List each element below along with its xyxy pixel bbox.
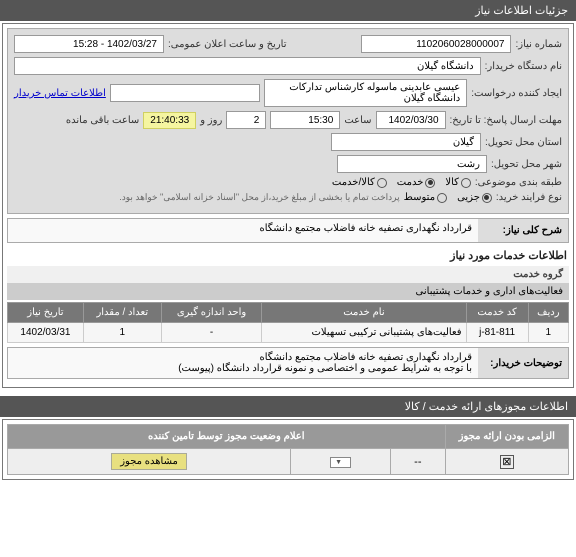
required-checkbox[interactable]: ⊠ [500,455,514,469]
radio-medium[interactable]: متوسط [404,192,447,203]
cell-name: فعالیت‌های پشتیبانی ترکیبی تسهیلات [262,323,466,343]
deadline-time-field: 15:30 [270,111,340,129]
col-row: ردیف [528,303,568,323]
row-city: شهر محل تحویل: رشت [14,155,562,173]
main-desc-text: قرارداد نگهداری تصفیه خانه فاضلاب مجتمع … [8,219,478,242]
buyer-explain-row: توضیحات خریدار: قرارداد نگهداری تصفیه خا… [7,347,569,379]
days-field: 2 [226,111,266,129]
buyer-explain-label: توضیحات خریدار: [478,348,568,378]
row-buyer: نام دستگاه خریدار: دانشگاه گیلان [14,57,562,75]
deadline-date-field: 1402/03/30 [376,111,446,129]
perm-dropdown-cell: ▼ [291,449,391,475]
services-table: ردیف کد خدمت نام خدمت واحد اندازه گیری ت… [7,302,569,343]
permissions-title: اطلاعات مجوزهای ارائه خدمت / کالا [405,401,568,413]
row-requester: ایجاد کننده درخواست: عیسی عابدینی ماسوله… [14,79,562,107]
col-unit: واحد اندازه گیری [161,303,262,323]
cell-unit: - [161,323,262,343]
announce-label: تاریخ و ساعت اعلان عمومی: [168,39,287,50]
buyer-explain-text: قرارداد نگهداری تصفیه خانه فاضلاب مجتمع … [8,348,478,378]
page-title: جزئیات اطلاعات نیاز [475,5,568,17]
row-province: استان محل تحویل: گیلان [14,133,562,151]
city-field: رشت [337,155,487,173]
days-label: روز و [200,115,222,126]
buyer-label: نام دستگاه خریدار: [485,61,562,72]
remaining-label: ساعت باقی مانده [66,115,139,126]
category-label: طبقه بندی موضوعی: [475,177,562,188]
time-label-1: ساعت [344,115,371,126]
remaining-time-badge: 21:40:33 [143,112,196,129]
page-header: جزئیات اطلاعات نیاز [0,0,576,21]
permissions-panel: الزامی بودن ارائه مجوز اعلام وضعیت مجوز … [2,419,574,480]
service-group-value: فعالیت‌های اداری و خدمات پشتیبانی [416,286,563,297]
services-section-title: اطلاعات خدمات مورد نیاز [9,249,567,262]
perm-required-cell: ⊠ [445,449,568,475]
permissions-header: اطلاعات مجوزهای ارائه خدمت / کالا [0,396,576,417]
view-permit-button[interactable]: مشاهده مجوز [111,453,187,470]
col-qty: تعداد / مقدار [83,303,161,323]
process-radio-group: جزیی متوسط [404,192,492,203]
main-desc-label: شرح کلی نیاز: [478,219,568,242]
requester-field: عیسی عابدینی ماسوله کارشناس تدارکات دانش… [264,79,467,107]
province-label: استان محل تحویل: [485,137,562,148]
row-deadline: مهلت ارسال پاسخ: تا تاریخ: 1402/03/30 سا… [14,111,562,129]
cell-qty: 1 [83,323,161,343]
radio-small[interactable]: جزیی [457,192,492,203]
row-category: طبقه بندی موضوعی: کالا خدمت کالا/خدمت [14,177,562,188]
row-process: نوع فرایند خرید: جزیی متوسط پرداخت تمام … [14,192,562,203]
perm-col-required: الزامی بودن ارائه مجوز [445,425,568,449]
cell-date: 1402/03/31 [8,323,84,343]
perm-row: ⊠ -- ▼ مشاهده مجوز [8,449,569,475]
service-group-value-bar: فعالیت‌های اداری و خدمات پشتیبانی [7,283,569,300]
form-section: شماره نیاز: 1102060028000007 تاریخ و ساع… [7,28,569,214]
province-field: گیلان [331,133,481,151]
main-panel: شماره نیاز: 1102060028000007 تاریخ و ساع… [2,23,574,388]
service-group-label: گروه خدمت [513,269,563,280]
announce-field: 1402/03/27 - 15:28 [14,35,164,53]
city-label: شهر محل تحویل: [491,159,562,170]
need-no-label: شماره نیاز: [515,39,562,50]
cell-code: j-81-811 [466,323,528,343]
status-dropdown[interactable]: ▼ [330,457,351,468]
service-group-header: گروه خدمت [7,266,569,283]
process-label: نوع فرایند خرید: [496,192,562,203]
deadline-label: مهلت ارسال پاسخ: تا تاریخ: [450,115,562,126]
perm-action-cell: مشاهده مجوز [8,449,291,475]
perm-col-status: اعلام وضعیت مجوز توسط تامین کننده [8,425,446,449]
cell-row: 1 [528,323,568,343]
permissions-table: الزامی بودن ارائه مجوز اعلام وضعیت مجوز … [7,424,569,475]
col-name: نام خدمت [262,303,466,323]
col-date: تاریخ نیاز [8,303,84,323]
perm-dash-cell: -- [391,449,446,475]
contact-extra-field [110,84,260,102]
payment-note: پرداخت تمام یا بخشی از مبلغ خرید،از محل … [119,192,399,203]
category-radio-group: کالا خدمت کالا/خدمت [332,177,471,188]
row-need-no: شماره نیاز: 1102060028000007 تاریخ و ساع… [14,35,562,53]
requester-label: ایجاد کننده درخواست: [471,88,562,99]
col-code: کد خدمت [466,303,528,323]
radio-kala[interactable]: کالا [445,177,471,188]
table-row: 1 j-81-811 فعالیت‌های پشتیبانی ترکیبی تس… [8,323,569,343]
buyer-contact-link[interactable]: اطلاعات تماس خریدار [14,88,106,99]
radio-both[interactable]: کالا/خدمت [332,177,387,188]
main-desc-row: شرح کلی نیاز: قرارداد نگهداری تصفیه خانه… [7,218,569,243]
buyer-field: دانشگاه گیلان [14,57,481,75]
chevron-down-icon: ▼ [335,459,342,466]
radio-khedmat[interactable]: خدمت [397,177,436,188]
need-no-field: 1102060028000007 [361,35,511,53]
